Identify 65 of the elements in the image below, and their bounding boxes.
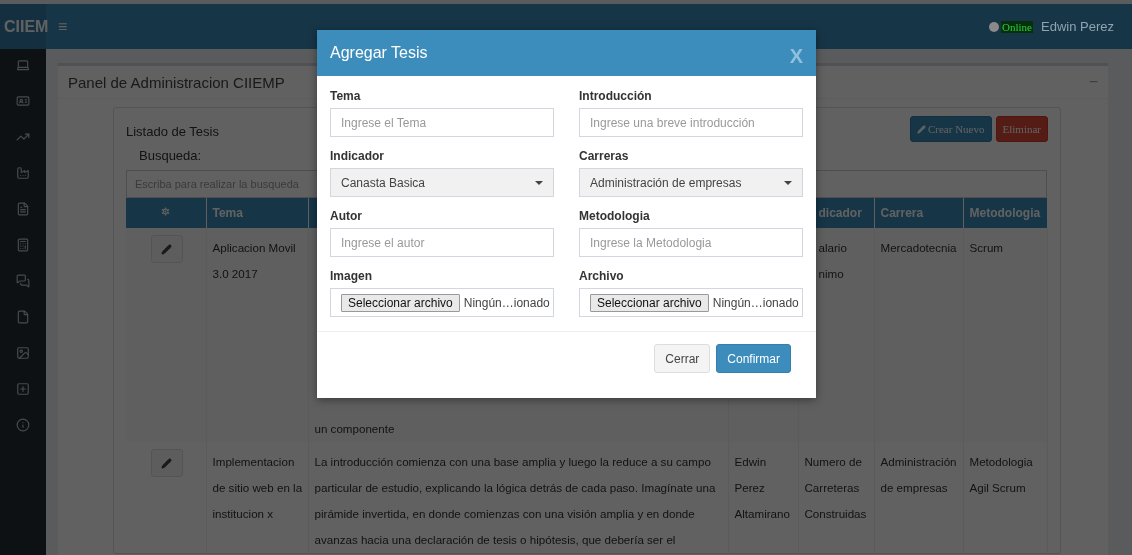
field-label: Carreras xyxy=(579,149,630,163)
panel-title: Panel de Administracion CIIEMP xyxy=(68,73,285,91)
select-field[interactable]: Canasta Basica xyxy=(330,168,554,197)
field-label: Indicador xyxy=(330,149,385,163)
calculator-icon[interactable] xyxy=(16,238,30,252)
plus-square-icon[interactable] xyxy=(16,382,30,396)
pencil-icon xyxy=(917,124,926,134)
field-label: Imagen xyxy=(330,269,373,283)
chat-icon[interactable] xyxy=(16,274,30,288)
info-icon[interactable] xyxy=(16,418,30,432)
text-field[interactable]: Ingrese el Tema xyxy=(330,108,554,137)
text-field[interactable]: Ingrese una breve introducción xyxy=(579,108,803,137)
pencil-icon xyxy=(161,243,173,255)
file-field[interactable]: Seleccionar archivo Ningún…ionado xyxy=(579,288,803,317)
table-cell: Mercadotecnia xyxy=(880,241,957,254)
list-title: Listado de Tesis xyxy=(126,123,219,139)
caret-icon xyxy=(535,180,543,185)
select-field[interactable]: Administración de empresas xyxy=(579,168,803,197)
column-header[interactable]: Tema xyxy=(212,206,243,220)
collapse-icon[interactable]: − xyxy=(1088,73,1098,91)
table-cell: un componente xyxy=(314,422,395,435)
field-label: Autor xyxy=(330,209,363,223)
choose-file-button[interactable]: Seleccionar archivo xyxy=(590,293,709,312)
text-field[interactable]: Ingrese el autor xyxy=(330,228,554,257)
table-cell: Metodologia Agil Scrum xyxy=(969,455,1033,494)
text-field[interactable]: Ingrese la Metodologia xyxy=(579,228,803,257)
table-cell: Aplicacion Movil 3.0 2017 xyxy=(212,241,296,280)
table-cell: Scrum xyxy=(969,241,1003,254)
settings-icon xyxy=(160,206,172,217)
pencil-icon xyxy=(161,457,173,469)
close-button[interactable]: X xyxy=(789,44,803,68)
logo[interactable]: CIIEM xyxy=(0,4,46,49)
caret-icon xyxy=(784,180,792,185)
table-cell: La introducción comienza con una base amplia y luego la reduce a su campo particular de estudio, explicando la lógica detrás de cada paso. Imagínate una pirámide invertida, en donde comienzas con una visión amplia y en donde avanzas hacia una declaración de tesis o hipótesis, que debería ser el xyxy=(314,455,716,546)
search-label: Busqueda: xyxy=(139,148,202,163)
status-dot xyxy=(989,21,1000,32)
table-cell: Edwin Perez Altamirano xyxy=(734,455,790,520)
file-field[interactable]: Seleccionar archivo Ningún…ionado xyxy=(330,288,554,317)
create-button[interactable]: Crear Nuevo xyxy=(910,116,992,142)
status-label: Online xyxy=(1001,20,1033,33)
close-dialog-button[interactable]: Cerrar xyxy=(654,344,711,373)
field-label: Tema xyxy=(330,89,362,103)
field-label: Metodologia xyxy=(579,209,651,223)
confirm-button[interactable]: Confirmar xyxy=(716,344,791,373)
laptop-icon[interactable] xyxy=(16,58,30,72)
table-cell: Numero de Carreteras Construidas xyxy=(804,455,867,520)
id-card-icon[interactable] xyxy=(16,94,30,108)
table-cell: Implementacion de sitio web en la institucion x xyxy=(212,455,303,520)
modal-title: Agregar Tesis xyxy=(330,44,428,62)
menu-icon[interactable]: ≡ xyxy=(58,17,68,36)
file-icon[interactable] xyxy=(16,310,30,324)
document-icon[interactable] xyxy=(16,202,30,216)
table-cell: alario nimo xyxy=(818,241,847,280)
file-name: Ningún…ionado xyxy=(712,295,799,310)
file-name: Ningún…ionado xyxy=(463,295,550,310)
field-label: Introducción xyxy=(579,89,653,103)
image-icon[interactable] xyxy=(16,346,30,360)
user-name[interactable]: Edwin Perez xyxy=(1041,19,1114,34)
factory-icon[interactable] xyxy=(16,166,30,180)
table-cell: Administración de empresas xyxy=(880,455,957,494)
edit-button[interactable] xyxy=(150,235,183,263)
edit-button[interactable] xyxy=(150,449,183,477)
choose-file-button[interactable]: Seleccionar archivo xyxy=(341,293,460,312)
delete-button[interactable]: Eliminar xyxy=(995,116,1048,142)
field-label: Archivo xyxy=(579,269,625,283)
